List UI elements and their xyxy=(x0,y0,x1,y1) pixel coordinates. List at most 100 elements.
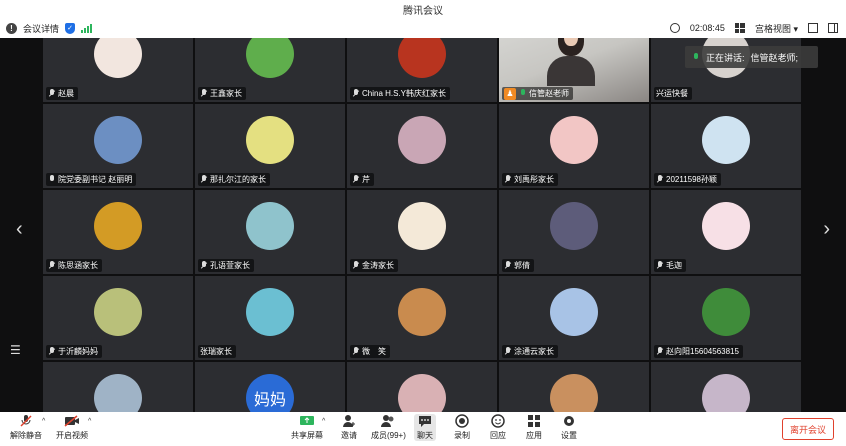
participant-avatar xyxy=(550,288,598,336)
mic-muted-icon xyxy=(18,414,34,428)
participant-tile[interactable]: 20211598孙颖 xyxy=(651,104,801,188)
mic-icon xyxy=(519,89,526,98)
participant-tile[interactable]: 金涛家长 xyxy=(347,190,497,274)
participant-tile[interactable] xyxy=(347,362,497,412)
apps-label: 应用 xyxy=(526,431,542,440)
speaking-indicator: 正在讲话: 信管赵老师; xyxy=(684,46,818,68)
participant-tile[interactable] xyxy=(499,362,649,412)
participant-name: 毛迦 xyxy=(666,261,682,270)
mic-muted-icon xyxy=(200,89,207,98)
participant-name-tag: 院党委副书记 赵丽明 xyxy=(46,173,137,186)
settings-label: 设置 xyxy=(561,431,577,440)
participant-tile[interactable]: 刘禹彤家长 xyxy=(499,104,649,188)
chat-label: 聊天 xyxy=(417,431,433,440)
share-screen-label: 共享屏幕 xyxy=(291,431,323,440)
mic-muted-icon xyxy=(504,261,511,270)
participant-avatar xyxy=(702,202,750,250)
invite-button[interactable]: 邀请 xyxy=(341,414,357,441)
participant-name: 郭倩 xyxy=(514,261,530,270)
record-button[interactable]: 录制 xyxy=(454,414,470,441)
participant-tile[interactable] xyxy=(43,362,193,412)
start-video-label: 开启视频 xyxy=(56,431,88,440)
participant-tile[interactable]: 芹 xyxy=(347,104,497,188)
react-button[interactable]: 回应 xyxy=(490,414,506,441)
clock-icon xyxy=(669,23,680,33)
chat-button[interactable]: 聊天 xyxy=(414,414,436,441)
participant-avatar xyxy=(94,374,142,412)
participant-tile[interactable]: 王鑫家长 xyxy=(195,38,345,102)
window-titlebar: 腾讯会议 xyxy=(0,0,846,18)
participant-tile[interactable]: 赵晨 xyxy=(43,38,193,102)
mic-muted-icon xyxy=(200,261,207,270)
share-screen-button[interactable]: 共享屏幕 xyxy=(291,414,323,441)
participant-tile[interactable]: 陈思涵家长 xyxy=(43,190,193,274)
mic-muted-icon xyxy=(48,347,55,356)
participant-tile[interactable]: 那扎尔江的家长 xyxy=(195,104,345,188)
participant-avatar xyxy=(398,38,446,78)
participant-video xyxy=(547,38,595,86)
unmute-button[interactable]: 解除静音 xyxy=(10,414,42,441)
prev-page-arrow-icon[interactable]: ‹ xyxy=(16,218,23,241)
participant-tile[interactable]: 院党委副书记 赵丽明 xyxy=(43,104,193,188)
grid-view-icon xyxy=(734,23,745,33)
participant-avatar xyxy=(94,288,142,336)
participant-avatar xyxy=(398,288,446,336)
participant-tile[interactable]: 赵向阳15604563815 xyxy=(651,276,801,360)
participant-name-tag: 涂通云家长 xyxy=(502,345,558,358)
participant-avatar xyxy=(550,202,598,250)
participant-name: 于沂麟妈妈 xyxy=(58,347,98,356)
chat-icon xyxy=(417,414,433,428)
participant-name: 赵向阳15604563815 xyxy=(666,347,739,356)
participant-tile[interactable]: 孔语萱家长 xyxy=(195,190,345,274)
participant-name-tag: 金涛家长 xyxy=(350,259,398,272)
share-options-caret-icon[interactable]: ^ xyxy=(322,418,325,425)
participant-tile[interactable]: 张瑞家长 xyxy=(195,276,345,360)
meeting-topbar: ! 会议详情 ✓ 02:08:45 宫格视图 ▾ xyxy=(0,18,846,38)
participant-tile[interactable] xyxy=(651,362,801,412)
participant-tile[interactable]: China H.S.Y韩庆红家长 xyxy=(347,38,497,102)
audio-options-caret-icon[interactable]: ^ xyxy=(42,418,45,425)
participant-tile[interactable]: 微 笑 xyxy=(347,276,497,360)
meeting-details-link[interactable]: 会议详情 xyxy=(23,22,59,35)
participant-tile[interactable]: 妈妈 xyxy=(195,362,345,412)
participant-name: 芹 xyxy=(362,175,370,184)
participant-tile[interactable]: 郭倩 xyxy=(499,190,649,274)
leave-meeting-button[interactable]: 离开会议 xyxy=(782,418,834,440)
participant-avatar xyxy=(94,202,142,250)
participant-tile[interactable]: 毛迦 xyxy=(651,190,801,274)
apps-button[interactable]: 应用 xyxy=(526,414,542,441)
participant-name-tag: 那扎尔江的家长 xyxy=(198,173,270,186)
participant-name: 院党委副书记 赵丽明 xyxy=(58,175,133,184)
participant-name-tag: 赵晨 xyxy=(46,87,78,100)
participant-avatar xyxy=(94,38,142,78)
members-button[interactable]: 成员(99+) xyxy=(371,414,406,441)
mic-icon xyxy=(48,175,55,184)
settings-button[interactable]: 设置 xyxy=(561,414,577,441)
participant-tile[interactable]: 于沂麟妈妈 xyxy=(43,276,193,360)
network-signal-icon[interactable] xyxy=(81,23,93,33)
mic-muted-icon xyxy=(352,175,359,184)
participant-name-tag: 孔语萱家长 xyxy=(198,259,254,272)
participant-name-tag: 于沂麟妈妈 xyxy=(46,345,102,358)
participant-list-icon[interactable]: ☰ xyxy=(10,343,21,357)
participant-avatar xyxy=(398,116,446,164)
participant-name: 赵晨 xyxy=(58,89,74,98)
sidebar-toggle-icon[interactable] xyxy=(828,23,838,33)
view-mode-dropdown[interactable]: 宫格视图 ▾ xyxy=(755,22,798,35)
participant-name-tag: 赵向阳15604563815 xyxy=(654,345,743,358)
participant-tile[interactable]: ♟ 信管赵老师 xyxy=(499,38,649,102)
participant-avatar xyxy=(702,116,750,164)
next-page-arrow-icon[interactable]: › xyxy=(823,218,830,241)
record-label: 录制 xyxy=(454,431,470,440)
video-grid: 赵晨 王鑫家长 China H.S.Y韩庆红家长 ♟ 信管赵老师 兴运快餐院党委副书记 赵… xyxy=(43,38,803,412)
view-mode-label: 宫格视图 xyxy=(754,23,791,34)
video-options-caret-icon[interactable]: ^ xyxy=(88,418,91,425)
unmute-label: 解除静音 xyxy=(10,431,42,440)
start-video-button[interactable]: 开启视频 xyxy=(56,414,88,441)
participant-name: 兴运快餐 xyxy=(656,89,688,98)
fullscreen-icon[interactable] xyxy=(808,23,818,33)
info-icon[interactable]: ! xyxy=(6,22,17,34)
speaking-name: 信管赵老师; xyxy=(750,52,798,63)
security-shield-icon[interactable]: ✓ xyxy=(65,22,76,34)
participant-tile[interactable]: 涂通云家长 xyxy=(499,276,649,360)
